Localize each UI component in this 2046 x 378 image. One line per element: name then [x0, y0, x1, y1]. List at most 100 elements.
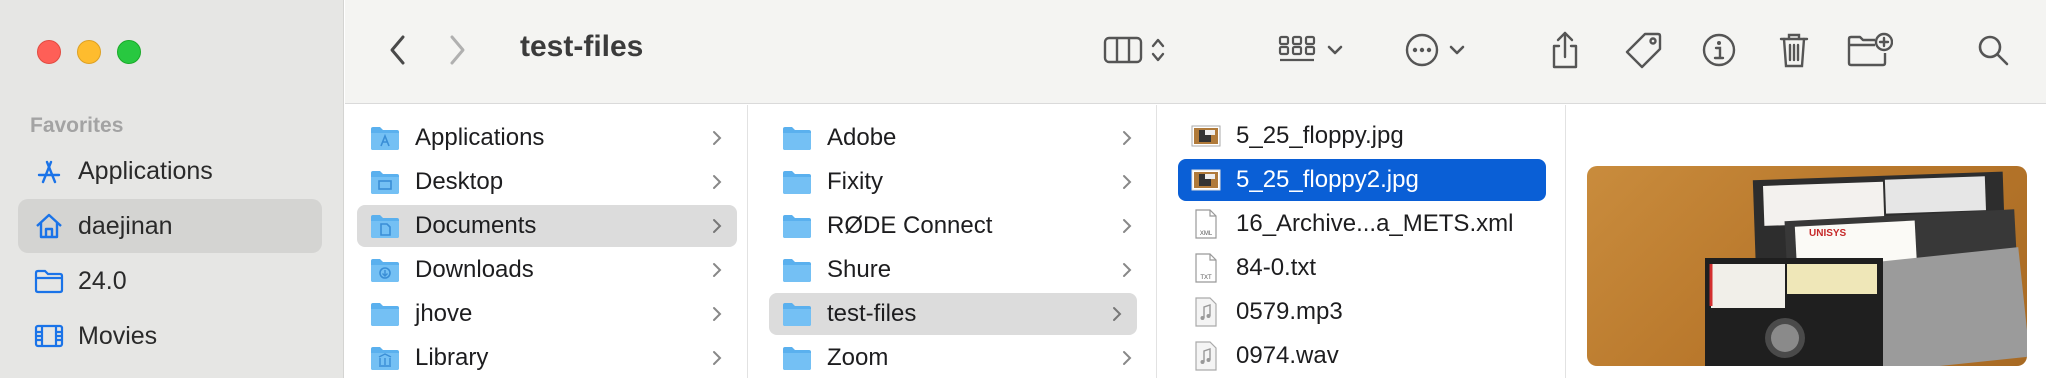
- share-button[interactable]: [1545, 28, 1585, 72]
- chevron-down-icon: [1449, 45, 1465, 55]
- row-label: jhove: [415, 300, 473, 327]
- search-icon: [1978, 35, 2009, 66]
- list-item[interactable]: 0579.mp3: [1178, 291, 1546, 333]
- more-actions-button[interactable]: [1395, 30, 1475, 70]
- row-label: 5_25_floppy.jpg: [1236, 122, 1404, 149]
- sidebar-item-label: daejinan: [78, 211, 173, 240]
- folder-icon: [369, 300, 401, 328]
- sidebar-item-label: Movies: [78, 321, 158, 350]
- list-item[interactable]: XML 16_Archive...a_METS.xml: [1178, 203, 1546, 245]
- finder-window: Favorites Applications daejinan 24.0 Mov…: [0, 0, 2046, 378]
- list-item[interactable]: Desktop: [357, 161, 737, 203]
- view-options-button[interactable]: [1100, 30, 1170, 70]
- list-item[interactable]: Applications: [357, 117, 737, 159]
- close-window-button[interactable]: [37, 40, 61, 64]
- folder-icon: [781, 168, 813, 196]
- sidebar-section-favorites: Favorites: [30, 114, 124, 137]
- minimize-window-button[interactable]: [77, 40, 101, 64]
- list-item-selected[interactable]: Documents: [357, 205, 737, 247]
- column-1: Applications Desktop Documents Downloads: [345, 105, 748, 378]
- trash-icon: [1779, 33, 1809, 68]
- sidebar-item-applications[interactable]: Applications: [18, 144, 322, 198]
- row-label: 5_25_floppy2.jpg: [1236, 166, 1419, 193]
- chevron-right-icon: [713, 219, 722, 233]
- group-button[interactable]: [1269, 30, 1353, 70]
- row-label: Documents: [415, 212, 537, 239]
- chevron-right-icon: [713, 351, 722, 365]
- list-item[interactable]: Zoom: [769, 337, 1147, 378]
- list-item[interactable]: Downloads: [357, 249, 737, 291]
- trash-button[interactable]: [1774, 28, 1814, 72]
- documents-folder-icon: [369, 212, 401, 240]
- list-item-selected[interactable]: 5_25_floppy2.jpg: [1178, 159, 1546, 201]
- chevron-right-icon: [713, 131, 722, 145]
- row-label: Shure: [827, 256, 892, 283]
- list-item[interactable]: 5_25_floppy.jpg: [1178, 115, 1546, 157]
- list-item[interactable]: 0974.wav: [1178, 335, 1546, 377]
- chevron-right-icon: [713, 263, 722, 277]
- folder-icon: [781, 300, 813, 328]
- info-button[interactable]: [1699, 30, 1739, 70]
- chevron-updown-icon: [1151, 38, 1165, 62]
- list-item[interactable]: jhove: [357, 293, 737, 335]
- row-label: Library: [415, 344, 489, 371]
- search-button[interactable]: [1973, 30, 2013, 70]
- column-view-icon: [1103, 36, 1143, 64]
- sidebar: Favorites Applications daejinan 24.0 Mov…: [0, 0, 344, 378]
- desktop-folder-icon: [369, 168, 401, 196]
- list-item[interactable]: TXT 84-0.txt: [1178, 247, 1546, 289]
- chevron-left-icon: [390, 35, 405, 65]
- row-label: Downloads: [415, 256, 534, 283]
- chevron-right-icon: [1113, 307, 1122, 321]
- sidebar-item-home[interactable]: daejinan: [18, 199, 322, 253]
- row-label: Adobe: [827, 124, 897, 151]
- list-item[interactable]: Adobe: [769, 117, 1147, 159]
- chevron-right-icon: [1123, 351, 1132, 365]
- row-label: Applications: [415, 124, 545, 151]
- list-item[interactable]: Library: [357, 337, 737, 378]
- sidebar-item-24-0[interactable]: 24.0: [18, 254, 322, 308]
- grid-icon: [1278, 35, 1316, 62]
- chevron-right-icon: [450, 35, 465, 65]
- row-label: Fixity: [827, 168, 883, 195]
- library-folder-icon: [369, 344, 401, 372]
- sidebar-item-label: Applications: [78, 156, 213, 185]
- xml-file-icon: XML: [1190, 209, 1222, 239]
- image-file-icon: [1190, 166, 1222, 194]
- folder-icon: [32, 264, 66, 298]
- row-label: 0579.mp3: [1236, 298, 1343, 325]
- new-folder-button[interactable]: [1845, 28, 1895, 72]
- applications-icon: [32, 154, 66, 188]
- chevron-right-icon: [1123, 219, 1132, 233]
- list-item[interactable]: Shure: [769, 249, 1147, 291]
- applications-folder-icon: [369, 124, 401, 152]
- chevron-down-icon: [1327, 45, 1343, 55]
- list-item-selected[interactable]: test-files: [769, 293, 1137, 335]
- window-title: test-files: [520, 30, 644, 63]
- list-item[interactable]: Fixity: [769, 161, 1147, 203]
- xml-badge: XML: [1200, 231, 1213, 237]
- downloads-folder-icon: [369, 256, 401, 284]
- row-label: 84-0.txt: [1236, 254, 1317, 281]
- sidebar-item-movies[interactable]: Movies: [18, 309, 322, 363]
- folder-icon: [781, 344, 813, 372]
- row-label: Desktop: [415, 168, 504, 195]
- folder-icon: [781, 124, 813, 152]
- column-2: Adobe Fixity RØDE Connect Shure test-fil…: [749, 105, 1157, 378]
- maximize-window-button[interactable]: [117, 40, 141, 64]
- text-file-icon: TXT: [1190, 253, 1222, 283]
- chevron-right-icon: [713, 175, 722, 189]
- forward-button[interactable]: [442, 32, 472, 68]
- txt-badge: TXT: [1200, 275, 1212, 281]
- home-icon: [32, 209, 66, 243]
- sidebar-item-label: 24.0: [78, 266, 127, 295]
- back-button[interactable]: [383, 32, 413, 68]
- chevron-right-icon: [713, 307, 722, 321]
- tag-button[interactable]: [1623, 28, 1665, 72]
- toolbar: test-files: [345, 0, 2046, 104]
- image-file-icon: [1190, 122, 1222, 150]
- list-item[interactable]: RØDE Connect: [769, 205, 1147, 247]
- film-icon: [32, 319, 66, 353]
- info-icon: [1702, 33, 1736, 67]
- row-label: 0974.wav: [1236, 342, 1339, 369]
